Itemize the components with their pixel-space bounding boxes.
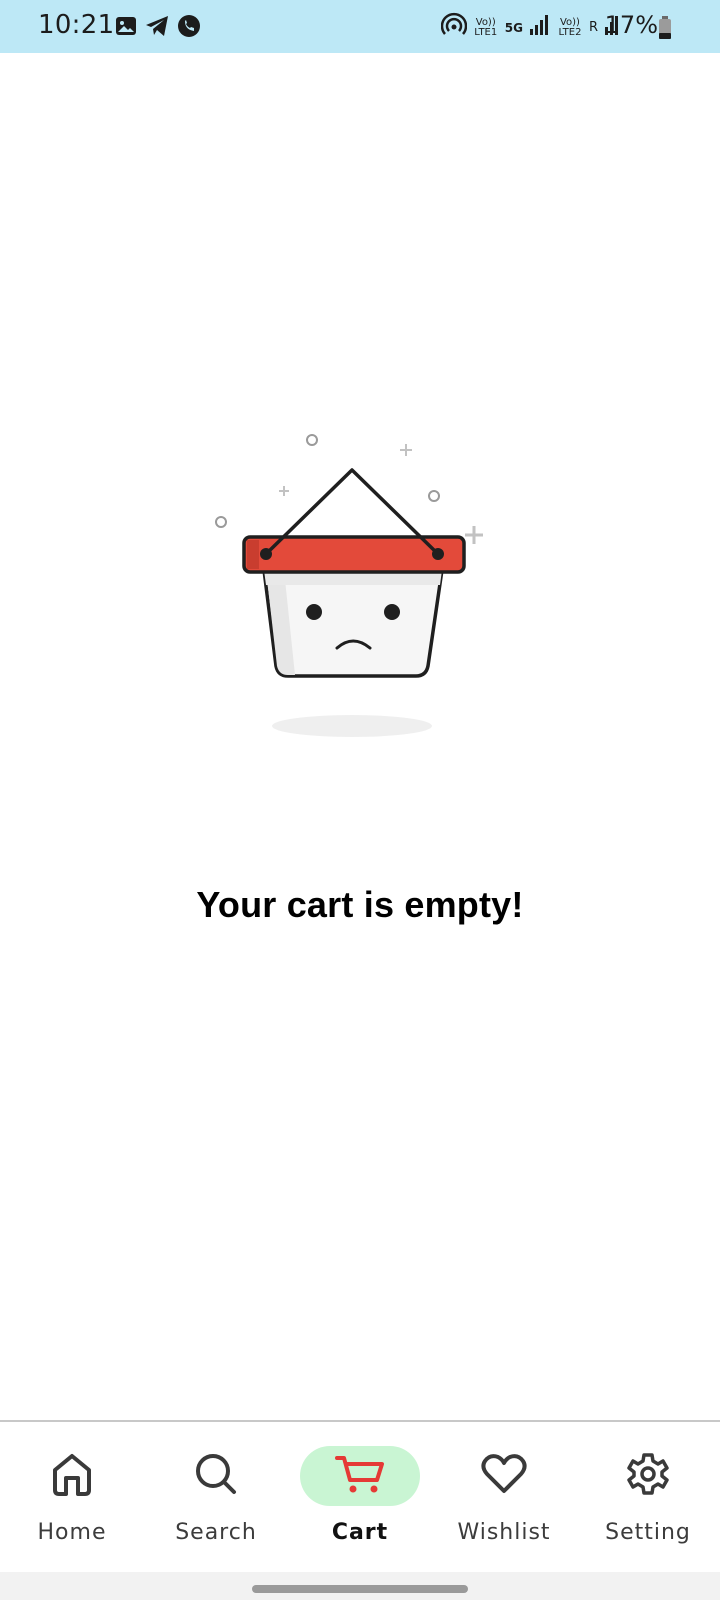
- nav-item-home[interactable]: Home: [0, 1422, 144, 1572]
- gesture-handle[interactable]: [252, 1585, 468, 1593]
- nav-item-cart[interactable]: Cart: [288, 1422, 432, 1572]
- sad-basket-illustration: [200, 420, 500, 750]
- heart-icon: [481, 1453, 527, 1499]
- nav-label-cart: Cart: [331, 1520, 389, 1545]
- nav-item-setting[interactable]: Setting: [576, 1422, 720, 1572]
- status-right: Vo)) LTE1 5G Vo)) LTE2 R: [440, 12, 620, 43]
- image-icon: [114, 14, 138, 38]
- status-time: 10:21: [38, 10, 115, 40]
- nav-label-home: Home: [37, 1520, 107, 1545]
- hotspot-icon: [440, 12, 467, 43]
- nav-label-search: Search: [175, 1520, 257, 1545]
- nav-label-wishlist: Wishlist: [457, 1520, 551, 1545]
- nav-item-wishlist[interactable]: Wishlist: [432, 1422, 576, 1572]
- nav-icon-cart: [300, 1446, 420, 1506]
- battery-icon: [658, 16, 672, 45]
- status-bar: 10:21 Vo)) LTE1 5G Vo)) LTE2 R 17%: [0, 0, 720, 53]
- nav-item-search[interactable]: Search: [144, 1422, 288, 1572]
- notification-icons: [114, 13, 202, 39]
- 5g-tag: 5G: [504, 20, 523, 35]
- home-icon: [51, 1452, 93, 1501]
- search-icon: [194, 1452, 238, 1501]
- cart-icon: [335, 1454, 385, 1499]
- lte1-tag: Vo)) LTE1: [474, 16, 498, 38]
- nav-icon-search: [156, 1446, 276, 1506]
- nav-icon-home: [12, 1446, 132, 1506]
- nav-icon-setting: [588, 1446, 708, 1506]
- whatsapp-icon: [176, 13, 202, 39]
- gesture-bar: [0, 1572, 720, 1600]
- nav-label-setting: Setting: [605, 1520, 691, 1545]
- bottom-nav: Home Search Cart Wishlist Setting: [0, 1420, 720, 1572]
- roaming-tag: R: [588, 19, 598, 35]
- gear-icon: [626, 1452, 670, 1501]
- lte2-tag: Vo)) LTE2: [558, 16, 582, 38]
- telegram-icon: [144, 14, 170, 38]
- battery-percent: 17%: [604, 11, 658, 39]
- signal-icon: [529, 14, 551, 41]
- nav-icon-wishlist: [444, 1446, 564, 1506]
- empty-cart-title: Your cart is empty!: [196, 884, 524, 925]
